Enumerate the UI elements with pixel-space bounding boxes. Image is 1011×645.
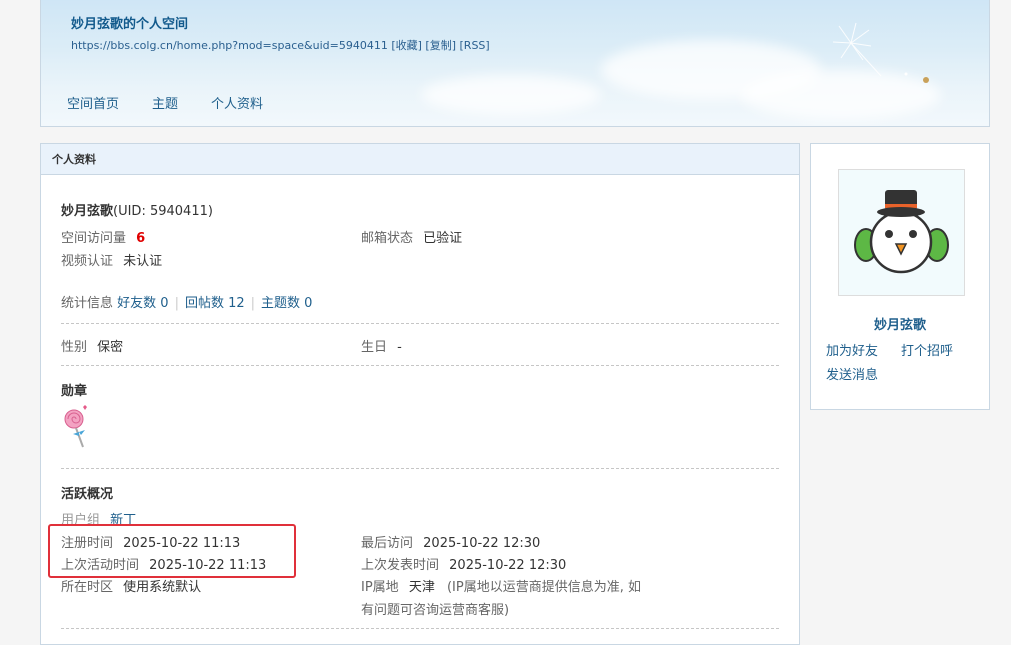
username: 妙月弦歌 xyxy=(61,204,114,219)
timezone-label: 所在时区 xyxy=(61,580,114,595)
stats-label: 统计信息 xyxy=(61,296,114,311)
email-value: 已验证 xyxy=(423,231,463,246)
divider xyxy=(61,468,779,469)
nav-threads[interactable]: 主题 xyxy=(152,93,178,112)
annotation-highlight-box xyxy=(48,524,296,578)
snowman-avatar-icon xyxy=(854,190,949,274)
birthday-label: 生日 xyxy=(361,340,388,355)
threads-count-link[interactable]: 主题数 0 xyxy=(261,296,312,311)
video-value: 未认证 xyxy=(123,254,163,269)
visits-label: 空间访问量 xyxy=(61,231,127,246)
gender-row: 性别 保密 xyxy=(61,336,123,355)
video-row: 视频认证 未认证 xyxy=(61,250,162,269)
visits-value: 6 xyxy=(136,231,146,246)
avatar[interactable] xyxy=(838,169,965,296)
favorite-link[interactable]: [收藏] xyxy=(391,39,422,52)
last-post-row: 上次发表时间 2025-10-22 12:30 xyxy=(361,554,566,573)
replies-count-link[interactable]: 回帖数 12 xyxy=(185,296,245,311)
medals-title: 勋章 xyxy=(61,384,88,399)
visits-row: 空间访问量 6 xyxy=(61,227,145,246)
user-card: 妙月弦歌 加为好友 打个招呼 发送消息 xyxy=(810,143,990,410)
gender-label: 性别 xyxy=(61,340,88,355)
stats-row: 统计信息 好友数 0 | 回帖数 12 | 主题数 0 xyxy=(61,292,312,311)
ip-value: 天津 xyxy=(408,580,435,595)
profile-panel: 个人资料 妙月弦歌(UID: 5940411) 空间访问量 6 邮箱状态 已验证… xyxy=(40,143,800,645)
space-url-line: https://bbs.colg.cn/home.php?mod=space&u… xyxy=(71,37,490,53)
send-message-link[interactable]: 发送消息 xyxy=(826,364,878,383)
nav-space-home[interactable]: 空间首页 xyxy=(67,93,119,112)
email-label: 邮箱状态 xyxy=(361,231,414,246)
ip-note-continued: 有问题可咨询运营商客服) xyxy=(361,603,510,618)
copy-link[interactable]: [复制] xyxy=(425,39,456,52)
card-username[interactable]: 妙月弦歌 xyxy=(811,314,989,333)
nav-profile[interactable]: 个人资料 xyxy=(211,93,263,112)
activity-title: 活跃概况 xyxy=(61,487,114,502)
divider xyxy=(61,628,779,629)
ip-note: (IP属地以运营商提供信息为准, 如 xyxy=(446,580,641,595)
stats-divider: | xyxy=(250,296,256,311)
last-visit-label: 最后访问 xyxy=(361,536,414,551)
add-friend-link[interactable]: 加为好友 xyxy=(826,340,878,359)
birthday-row: 生日 - xyxy=(361,336,402,355)
uid-text: (UID: 5940411) xyxy=(113,204,213,219)
divider xyxy=(61,365,779,366)
greet-link[interactable]: 打个招呼 xyxy=(901,340,953,359)
rss-link[interactable]: [RSS] xyxy=(460,39,490,52)
video-label: 视频认证 xyxy=(61,254,114,269)
dandelion-decoration xyxy=(832,22,929,83)
ip-label: IP属地 xyxy=(361,580,399,595)
space-nav: 空间首页 主题 个人资料 xyxy=(67,93,296,112)
username-line: 妙月弦歌(UID: 5940411) xyxy=(61,200,213,219)
space-header-banner: 妙月弦歌的个人空间 https://bbs.colg.cn/home.php?m… xyxy=(40,0,990,127)
last-visit-row: 最后访问 2025-10-22 12:30 xyxy=(361,532,540,551)
lollipop-medal-icon[interactable] xyxy=(61,404,91,450)
timezone-row: 所在时区 使用系统默认 xyxy=(61,576,201,595)
ip-row: IP属地 天津 (IP属地以运营商提供信息为准, 如 xyxy=(361,576,641,595)
panel-title: 个人资料 xyxy=(41,144,799,175)
last-visit-value: 2025-10-22 12:30 xyxy=(423,536,541,551)
email-row: 邮箱状态 已验证 xyxy=(361,227,462,246)
divider xyxy=(61,323,779,324)
friends-count-link[interactable]: 好友数 0 xyxy=(117,296,168,311)
space-url[interactable]: https://bbs.colg.cn/home.php?mod=space&u… xyxy=(71,39,388,52)
last-post-label: 上次发表时间 xyxy=(361,558,440,573)
space-title[interactable]: 妙月弦歌的个人空间 xyxy=(71,13,188,32)
gender-value: 保密 xyxy=(97,340,124,355)
stats-divider: | xyxy=(174,296,179,311)
birthday-value: - xyxy=(397,340,402,355)
last-post-value: 2025-10-22 12:30 xyxy=(449,558,567,573)
timezone-value: 使用系统默认 xyxy=(123,580,202,595)
